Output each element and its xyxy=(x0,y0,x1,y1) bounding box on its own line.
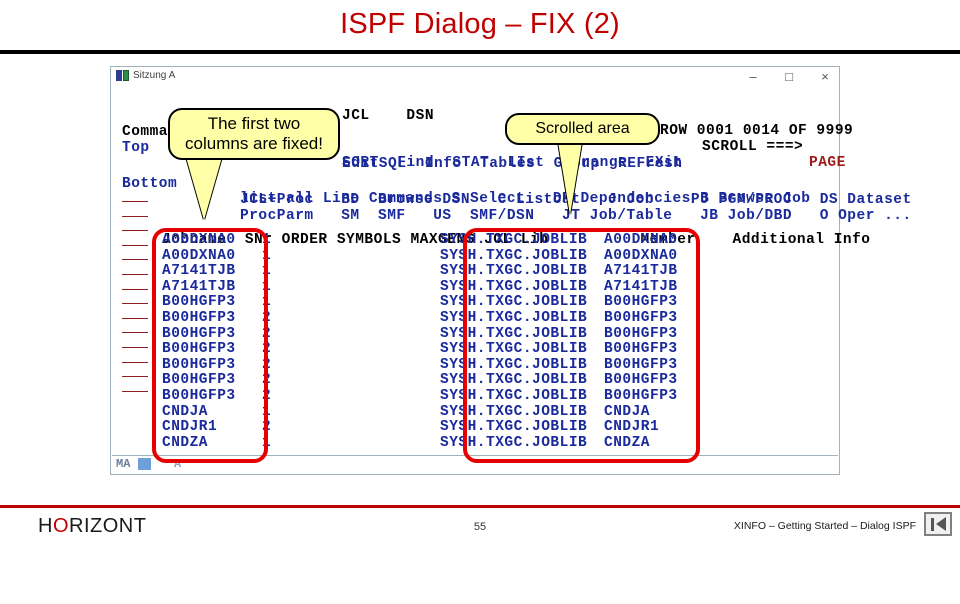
maximize-icon[interactable]: □ xyxy=(783,68,795,86)
fixed-columns-callout-tail xyxy=(186,157,222,220)
line-command-field[interactable] xyxy=(122,215,148,217)
line-command-field[interactable] xyxy=(122,201,148,202)
scrolled-area-callout: Scrolled area xyxy=(505,113,660,145)
fixed-columns-callout: The first two columns are fixed! xyxy=(168,108,340,160)
status-ma-label: MA xyxy=(116,457,131,471)
first-slide-button[interactable] xyxy=(924,512,952,536)
scrolled-area-callout-tail xyxy=(558,142,582,215)
close-icon[interactable]: × xyxy=(819,68,831,86)
terminal-title-group: Sitzung A xyxy=(116,70,175,81)
terminal-window-title: Sitzung A xyxy=(133,70,176,81)
minimize-icon[interactable]: – xyxy=(747,68,759,86)
session-icon xyxy=(116,70,129,81)
page-title: ISPF Dialog – FIX (2) xyxy=(340,8,620,40)
fixed-columns-highlight xyxy=(152,228,268,463)
footer-divider xyxy=(0,505,960,508)
footer-breadcrumb: XINFO – Getting Started – Dialog ISPF xyxy=(733,520,916,532)
nav-bar-icon xyxy=(930,517,934,531)
line-command-field[interactable] xyxy=(122,230,148,232)
window-controls: – □ × xyxy=(747,68,831,86)
status-indicator-box xyxy=(138,458,151,470)
title-divider xyxy=(0,50,960,54)
terminal-titlebar[interactable]: Sitzung A – □ × xyxy=(111,67,839,89)
scrolled-area-highlight xyxy=(463,228,700,463)
previous-triangle-icon xyxy=(935,517,946,531)
